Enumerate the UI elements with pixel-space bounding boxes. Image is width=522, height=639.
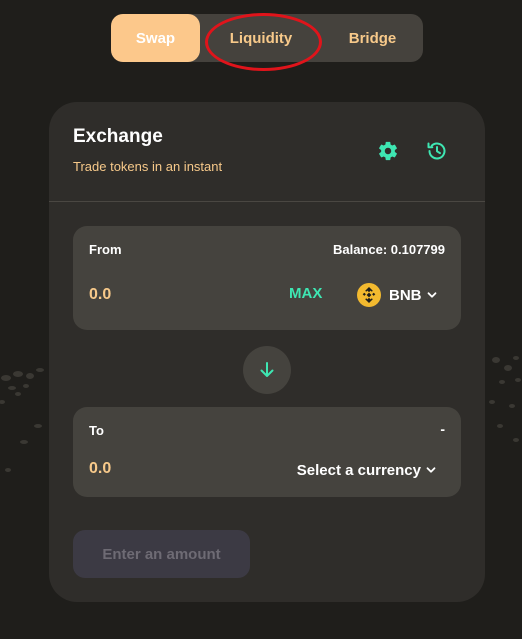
gear-icon — [379, 141, 397, 161]
to-panel: To - Select a currency — [73, 407, 461, 497]
enter-amount-button[interactable]: Enter an amount — [73, 530, 250, 578]
settings-button[interactable] — [374, 137, 402, 165]
to-label: To — [89, 423, 104, 438]
from-balance: Balance: 0.107799 — [332, 242, 445, 257]
bnb-logo-icon — [357, 283, 381, 307]
history-button[interactable] — [423, 137, 451, 165]
exchange-header: Exchange Trade tokens in an instant — [49, 102, 485, 202]
exchange-title: Exchange — [73, 126, 163, 147]
swap-mode-tabs: Swap Liquidity Bridge — [111, 14, 423, 62]
tab-bridge[interactable]: Bridge — [322, 14, 423, 62]
chevron-down-icon — [426, 289, 438, 301]
switch-direction-button[interactable] — [243, 346, 291, 394]
exchange-card: Exchange Trade tokens in an instant From… — [49, 102, 485, 602]
exchange-subtitle: Trade tokens in an instant — [73, 159, 223, 174]
from-token-symbol: BNB — [389, 286, 422, 304]
history-icon — [427, 142, 446, 160]
from-label: From — [89, 242, 122, 257]
to-amount-input[interactable] — [89, 457, 239, 481]
arrow-down-icon — [260, 362, 274, 377]
from-panel: From Balance: 0.107799 MAX BNB — [73, 226, 461, 330]
to-currency-select[interactable]: Select a currency — [297, 459, 437, 481]
tab-liquidity[interactable]: Liquidity — [200, 14, 322, 62]
max-button[interactable]: MAX — [289, 285, 322, 302]
select-currency-label: Select a currency — [296, 461, 421, 479]
from-amount-input[interactable] — [89, 283, 239, 307]
chevron-down-icon — [425, 464, 437, 476]
tab-swap[interactable]: Swap — [111, 14, 200, 62]
from-token-select[interactable]: BNB — [357, 282, 438, 308]
to-balance: - — [440, 421, 445, 437]
